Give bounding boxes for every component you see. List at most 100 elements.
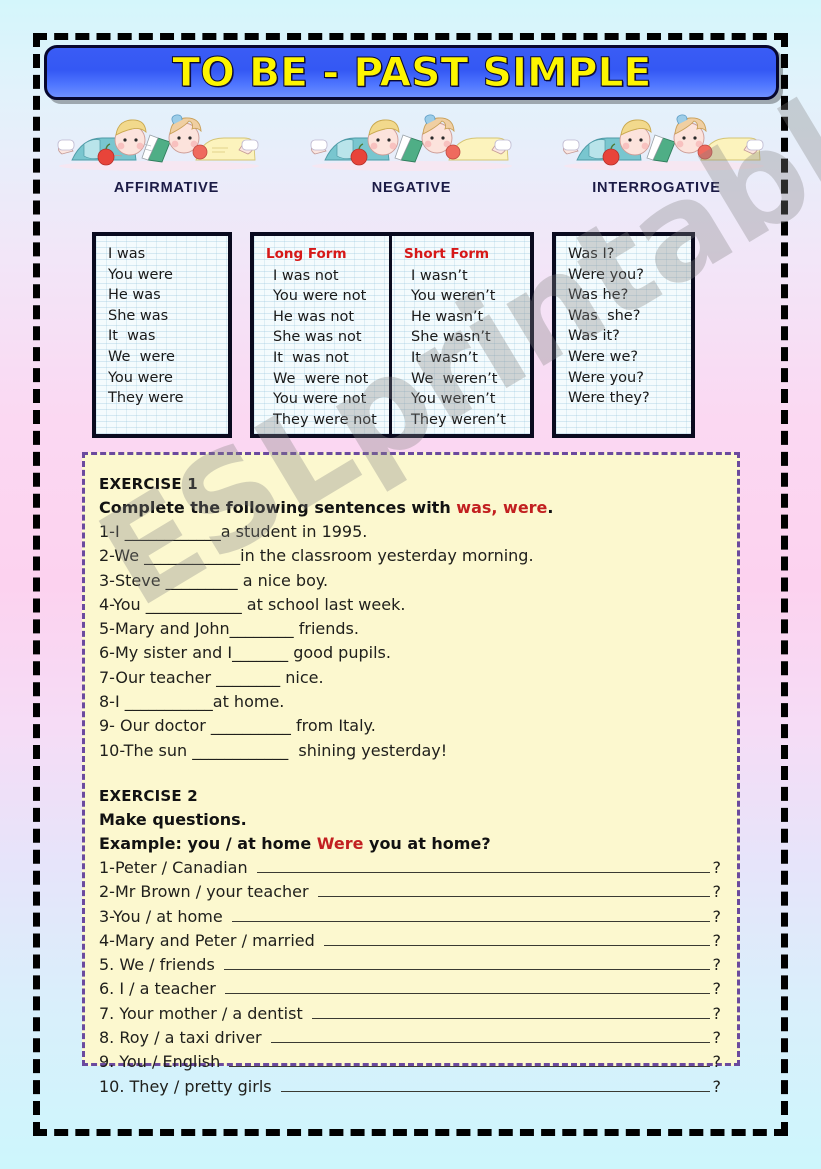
exercise2-answer-blank[interactable] bbox=[317, 896, 710, 898]
children-reading-icon bbox=[57, 114, 259, 171]
question-mark: ? bbox=[712, 1028, 722, 1048]
question-mark: ? bbox=[712, 1003, 722, 1023]
exercise2-item[interactable]: 9. You / English ? bbox=[99, 1050, 721, 1074]
long-form-row: We were not bbox=[273, 370, 369, 387]
exercise2-answer-blank[interactable] bbox=[280, 1090, 710, 1092]
affirmative-row: You were bbox=[108, 266, 173, 283]
short-form-row: You weren’t bbox=[411, 391, 496, 408]
exercise2-item-label: 10. They / pretty girls bbox=[99, 1076, 277, 1096]
interrogative-row: Was he? bbox=[568, 287, 629, 304]
exercise2-item-label: 9. You / English bbox=[99, 1052, 226, 1072]
exercise2-item-label: 2-Mr Brown / your teacher bbox=[99, 882, 314, 902]
affirmative-row: He was bbox=[108, 287, 161, 304]
exercise1-item[interactable]: 10-The sun ____________ shining yesterda… bbox=[99, 739, 721, 763]
children-reading-illustration bbox=[44, 104, 274, 174]
exercise2-item-label: 4-Mary and Peter / married bbox=[99, 930, 320, 950]
interrogative-row: Was she? bbox=[568, 307, 641, 324]
category-label-negative: NEGATIVE bbox=[371, 180, 452, 196]
affirmative-row: You were bbox=[108, 369, 173, 386]
long-form-row: I was not bbox=[273, 267, 339, 284]
exercise2-answer-blank[interactable] bbox=[231, 920, 710, 922]
exercise2-item-label: 8. Roy / a taxi driver bbox=[99, 1028, 267, 1048]
exercise1-item[interactable]: 3-Steve _________ a nice boy. bbox=[99, 569, 721, 593]
exercise2-answer-blank[interactable] bbox=[223, 969, 710, 971]
exercise2-item[interactable]: 10. They / pretty girls ? bbox=[99, 1075, 721, 1099]
long-form-row: It was not bbox=[273, 349, 349, 366]
exercise2-example: Example: you / at home Were you at home? bbox=[99, 832, 721, 856]
children-reading-icon bbox=[562, 114, 764, 171]
negative-long-form-column: Long Form I was not You were not He was … bbox=[254, 236, 392, 434]
exercise2-item[interactable]: 7. Your mother / a dentist ? bbox=[99, 1002, 721, 1026]
exercise1-item[interactable]: 9- Our doctor __________ from Italy. bbox=[99, 714, 721, 738]
exercise2-item[interactable]: 8. Roy / a taxi driver ? bbox=[99, 1026, 721, 1050]
exercise2-answer-blank[interactable] bbox=[229, 1066, 710, 1068]
interrogative-row: Were you? bbox=[568, 266, 644, 283]
exercise2-item[interactable]: 4-Mary and Peter / married ? bbox=[99, 929, 721, 953]
exercise2-item-label: 5. We / friends bbox=[99, 955, 220, 975]
exercise1-item[interactable]: 8-I ___________at home. bbox=[99, 690, 721, 714]
exercise2-answer-blank[interactable] bbox=[270, 1042, 710, 1044]
affirmative-row: She was bbox=[108, 307, 169, 324]
exercise1-item[interactable]: 6-My sister and I_______ good pupils. bbox=[99, 641, 721, 665]
page-title: TO BE - PAST SIMPLE bbox=[171, 49, 652, 96]
question-mark: ? bbox=[712, 955, 722, 975]
exercise2-answer-blank[interactable] bbox=[224, 993, 710, 995]
question-mark: ? bbox=[712, 857, 722, 877]
exercise1-instruction-text: Complete the following sentences with bbox=[99, 498, 457, 517]
question-mark: ? bbox=[712, 906, 722, 926]
exercise2-heading: EXERCISE 2 bbox=[99, 786, 198, 805]
exercise2-item-label: 6. I / a teacher bbox=[99, 979, 221, 999]
exercise2-answer-blank[interactable] bbox=[256, 871, 710, 873]
long-form-row: He was not bbox=[273, 308, 355, 325]
exercise2-example-highlight: Were bbox=[316, 833, 364, 853]
exercise2-item[interactable]: 6. I / a teacher ? bbox=[99, 977, 721, 1001]
question-mark: ? bbox=[712, 979, 722, 999]
exercise2-item[interactable]: 3-You / at home ? bbox=[99, 905, 721, 929]
exercise1-item[interactable]: 2-We ____________in the classroom yester… bbox=[99, 544, 721, 568]
exercise1-instruction-highlight: was, were bbox=[456, 498, 548, 517]
exercise1-instruction-end: . bbox=[547, 498, 554, 517]
long-form-row: She was not bbox=[273, 329, 362, 346]
interrogative-row: Were we? bbox=[568, 348, 639, 365]
interrogative-row: Were they? bbox=[568, 390, 650, 407]
exercise2-item[interactable]: 1-Peter / Canadian ? bbox=[99, 856, 721, 880]
exercise2-item[interactable]: 5. We / friends ? bbox=[99, 953, 721, 977]
exercise2-item-label: 3-You / at home bbox=[99, 906, 228, 926]
long-form-row: You were not bbox=[273, 391, 367, 408]
exercise1-heading: EXERCISE 1 bbox=[99, 475, 198, 493]
interrogative-row: Were you? bbox=[568, 369, 644, 386]
long-form-row: You were not bbox=[273, 288, 367, 305]
affirmative-row: I was bbox=[108, 246, 146, 262]
exercise1-item[interactable]: 5-Mary and John________ friends. bbox=[99, 617, 721, 641]
short-form-row: You weren’t bbox=[411, 288, 496, 305]
exercise2-instruction: Make questions. bbox=[99, 809, 247, 829]
negative-table: Long Form I was not You were not He was … bbox=[250, 232, 534, 438]
long-form-row: They were not bbox=[273, 411, 377, 428]
children-reading-icon bbox=[310, 114, 512, 171]
affirmative-row: They were bbox=[108, 390, 184, 407]
exercise2-item-label: 1-Peter / Canadian bbox=[99, 857, 253, 877]
exercise2-example-rest: you at home? bbox=[363, 833, 491, 853]
exercise1-item[interactable]: 7-Our teacher ________ nice. bbox=[99, 666, 721, 690]
short-form-header: Short Form bbox=[404, 246, 490, 262]
exercise1-item[interactable]: 1-I ____________a student in 1995. bbox=[99, 520, 721, 544]
negative-short-form-column: Short Form I wasn’t You weren’t He wasn’… bbox=[392, 236, 530, 434]
children-reading-illustration bbox=[549, 104, 779, 174]
exercise2-item[interactable]: 2-Mr Brown / your teacher ? bbox=[99, 880, 721, 904]
short-form-row: She wasn’t bbox=[411, 329, 491, 346]
exercise2-example-prompt: Example: you / at home bbox=[99, 833, 317, 853]
short-form-row: They weren’t bbox=[411, 411, 506, 428]
exercise2-answer-blank[interactable] bbox=[323, 944, 710, 946]
title-banner: TO BE - PAST SIMPLE bbox=[44, 45, 779, 100]
category-labels: AFFIRMATIVE NEGATIVE INTERROGATIVE bbox=[44, 180, 779, 196]
interrogative-row: Was I? bbox=[568, 246, 615, 262]
affirmative-row: It was bbox=[108, 328, 156, 345]
interrogative-row: Was it? bbox=[568, 328, 620, 345]
exercise1-item[interactable]: 4-You ____________ at school last week. bbox=[99, 593, 721, 617]
exercise2-answer-blank[interactable] bbox=[311, 1017, 710, 1019]
affirmative-table: I was You were He was She was It was We … bbox=[92, 232, 232, 438]
short-form-row: I wasn’t bbox=[411, 267, 468, 284]
category-label-interrogative: INTERROGATIVE bbox=[592, 180, 721, 196]
clipart-band bbox=[44, 104, 779, 174]
